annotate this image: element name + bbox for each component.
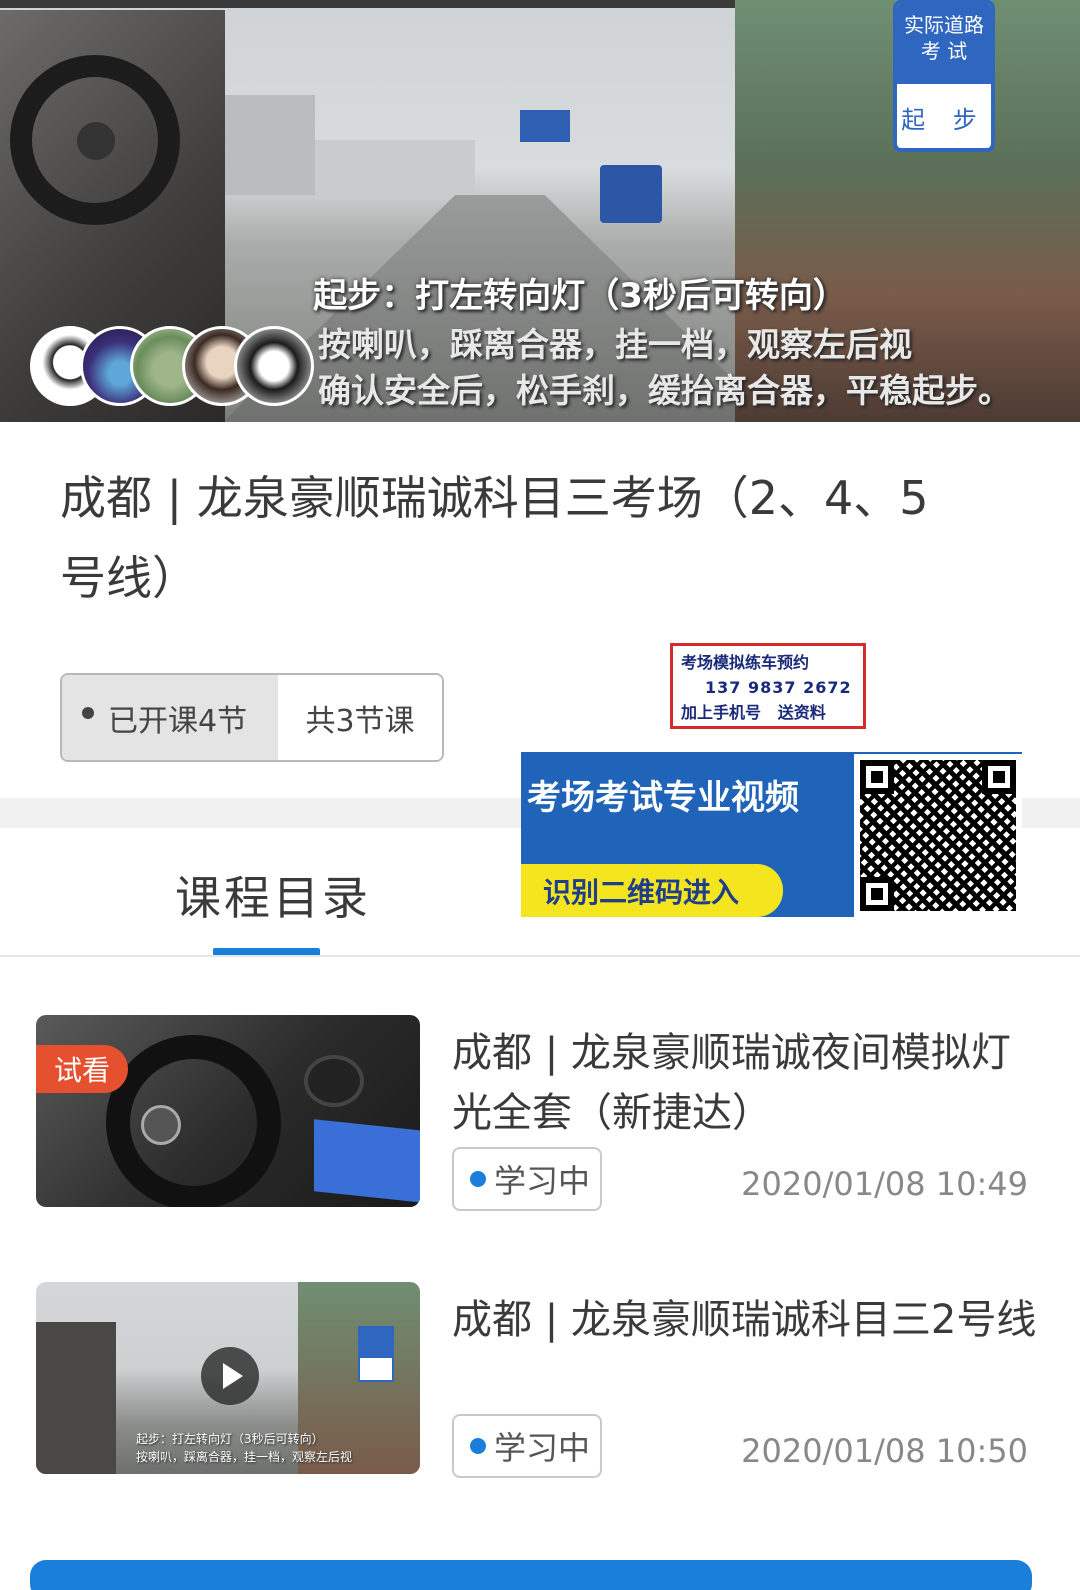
steering-wheel (106, 1035, 281, 1207)
blue-truck (600, 165, 662, 223)
dash-screen (314, 1119, 420, 1203)
lesson-timestamp: 2020/01/08 10:50 (741, 1432, 1028, 1470)
lesson-title[interactable]: 成都 | 龙泉豪顺瑞诚科目三2号线 (452, 1290, 1042, 1350)
lesson-title[interactable]: 成都 | 龙泉豪顺瑞诚夜间模拟灯光全套（新捷达） (452, 1023, 1042, 1143)
exam-video-ad-banner[interactable]: 考场考试专业视频 识别二维码进入 (521, 752, 1022, 917)
driver-cabin (36, 1322, 116, 1474)
tab-divider (0, 955, 1080, 957)
list-item[interactable]: 试看 成都 | 龙泉豪顺瑞诚夜间模拟灯光全套（新捷达） 学习中 2020/01/… (0, 1015, 1080, 1245)
status-label: 学习中 (494, 1162, 591, 1200)
roadside-building (215, 95, 315, 195)
video-subtitle-3: 确认安全后，松手刹，缓抬离合器，平稳起步。 (318, 371, 1011, 410)
ad-title: 考场考试专业视频 (527, 778, 799, 818)
promo-line-1: 考场模拟练车预约 (681, 653, 810, 672)
booking-promo-box: 考场模拟练车预约 137 9837 2672 加上手机号 送资料 (670, 643, 866, 729)
lesson-timestamp: 2020/01/08 10:49 (741, 1165, 1028, 1203)
trial-badge: 试看 (36, 1045, 128, 1093)
qr-finder-icon (982, 760, 1016, 794)
play-icon[interactable] (201, 1347, 259, 1405)
total-lessons-label: 共3节课 (305, 703, 415, 739)
total-lessons-segment[interactable]: 共3节课 (278, 675, 442, 760)
course-title: 成都 | 龙泉豪顺瑞诚科目三考场（2、4、5号线） (60, 471, 929, 605)
thumb-subtitle-2: 按喇叭，踩离合器，挂一档，观察左后视 (136, 1450, 353, 1464)
list-item[interactable]: 起步：打左转向灯（3秒后可转向） 按喇叭，踩离合器，挂一档，观察左后视 成都 |… (0, 1282, 1080, 1512)
road-test-badge: 实际道路 考 试 起 步 (893, 0, 995, 152)
status-badge: 学习中 (452, 1414, 602, 1478)
air-vent (304, 1055, 364, 1107)
opened-lessons-label: 已开课4节 (108, 703, 248, 739)
status-dot-icon (470, 1438, 486, 1454)
roadside-building (315, 140, 475, 200)
lesson-thumbnail[interactable]: 起步：打左转向灯（3秒后可转向） 按喇叭，踩离合器，挂一档，观察左后视 (36, 1282, 420, 1474)
lesson-thumbnail[interactable]: 试看 (36, 1015, 420, 1207)
status-badge: 学习中 (452, 1147, 602, 1211)
opened-lessons-segment[interactable]: 已开课4节 (62, 675, 278, 760)
thumb-subtitle-1: 起步：打左转向灯（3秒后可转向） (136, 1432, 324, 1446)
tab-course-catalog[interactable]: 课程目录 (175, 862, 371, 928)
lesson-count-toggle[interactable]: 已开课4节 共3节课 (60, 673, 444, 762)
badge-top-text: 实际道路 考 试 (897, 4, 991, 84)
steering-wheel (10, 55, 180, 225)
road-sign (520, 110, 570, 142)
promo-phone: 137 9837 2672 (705, 678, 852, 697)
promo-line-3: 加上手机号 送资料 (681, 703, 826, 722)
video-subtitle-2: 按喇叭，踩离合器，挂一档，观察左后视 (318, 325, 912, 364)
status-dot-icon (470, 1171, 486, 1187)
bottom-action-bar[interactable] (30, 1560, 1032, 1590)
status-label: 学习中 (494, 1429, 591, 1467)
road-test-badge (358, 1326, 394, 1382)
qr-code (854, 754, 1022, 917)
bullet-icon (82, 706, 94, 719)
video-subtitle-1: 起步：打左转向灯（3秒后可转向） (313, 276, 847, 316)
qr-finder-icon (860, 877, 894, 911)
badge-bottom-text: 起 步 (901, 106, 987, 134)
avatar (234, 326, 314, 406)
scan-qr-button[interactable]: 识别二维码进入 (521, 864, 783, 917)
learner-avatars[interactable] (30, 326, 320, 410)
vw-logo-icon (141, 1105, 181, 1145)
course-video-player[interactable]: 实际道路 考 试 起 步 起步：打左转向灯（3秒后可转向） 按喇叭，踩离合器，挂… (0, 0, 1080, 422)
qr-finder-icon (860, 760, 894, 794)
